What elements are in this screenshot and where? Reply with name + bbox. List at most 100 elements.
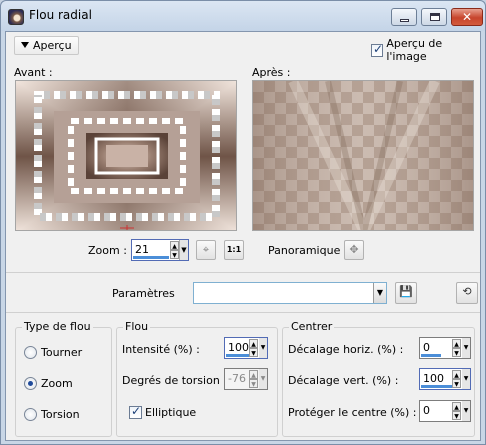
- elliptic-label: Elliptique: [145, 406, 197, 419]
- save-params-button[interactable]: 💾: [395, 282, 417, 304]
- radio-button[interactable]: [24, 346, 37, 359]
- intensity-dropdown-button[interactable]: ▼: [259, 338, 267, 358]
- move-icon: ✥: [349, 243, 359, 256]
- blur-type-option-label: Tourner: [41, 346, 83, 359]
- intensity-value: 100: [228, 341, 249, 354]
- spin-up-icon[interactable]: ▲: [249, 339, 258, 348]
- before-preview-graphic: [16, 81, 236, 230]
- blur-type-option-zoom[interactable]: Zoom: [24, 377, 73, 390]
- v-offset-value: 100: [423, 372, 444, 385]
- v-offset-label: Décalage vert. (%) :: [288, 374, 399, 387]
- divider: [6, 272, 480, 273]
- minimize-button[interactable]: [391, 8, 417, 26]
- minimize-icon: [400, 19, 409, 22]
- protect-center-label: Protéger le centre (%) :: [288, 406, 417, 419]
- reset-icon: ⟲: [462, 285, 472, 298]
- app-icon: [8, 9, 24, 25]
- maximize-icon: [430, 13, 440, 21]
- h-offset-value: 0: [423, 341, 430, 354]
- protect-center-spinner[interactable]: ▲ ▼: [452, 402, 461, 420]
- spin-down-icon[interactable]: ▼: [249, 348, 258, 357]
- blur-type-title: Type de flou: [22, 320, 93, 333]
- spin-down-icon[interactable]: ▼: [452, 411, 461, 420]
- center-title: Centrer: [289, 320, 335, 333]
- crosshair-icon: ⌖: [202, 243, 210, 256]
- blur-type-option-twist[interactable]: Torsion: [24, 408, 80, 421]
- v-offset-input[interactable]: 100 ▲ ▼ ▼: [419, 368, 471, 390]
- h-offset-label: Décalage horiz. (%) :: [288, 343, 404, 356]
- blur-type-group: Type de flou Tourner Zoom Torsion: [15, 320, 112, 437]
- zoom-label: Zoom :: [88, 244, 127, 257]
- title-bar[interactable]: Flou radial ✕: [1, 1, 485, 31]
- zoom-100-button[interactable]: 1:1: [224, 240, 244, 260]
- params-dropdown[interactable]: ▼: [193, 282, 387, 304]
- image-preview-checkbox[interactable]: [371, 42, 383, 57]
- protect-center-value: 0: [423, 404, 430, 417]
- blur-type-option-rotate[interactable]: Tourner: [24, 346, 82, 359]
- twist-spinner: ▲ ▼: [249, 370, 258, 388]
- zoom-100-label: 1:1: [226, 245, 242, 254]
- after-preview-image[interactable]: [252, 80, 474, 231]
- v-offset-slider-bar[interactable]: [421, 385, 455, 388]
- before-label: Avant :: [14, 66, 53, 79]
- twist-label: Degrés de torsion :: [122, 374, 227, 387]
- v-offset-dropdown-button[interactable]: ▼: [462, 369, 470, 389]
- zoom-input[interactable]: 21 ▲ ▼ ▼: [131, 239, 189, 261]
- h-offset-spinner[interactable]: ▲ ▼: [452, 339, 461, 357]
- window-title: Flou radial: [29, 8, 92, 22]
- spin-up-icon[interactable]: ▲: [452, 370, 461, 379]
- twist-value: -76: [228, 372, 246, 385]
- reset-params-button[interactable]: ⟲: [456, 282, 478, 304]
- blur-type-option-label: Torsion: [41, 408, 80, 421]
- h-offset-slider-bar[interactable]: [421, 354, 441, 357]
- close-button[interactable]: ✕: [451, 8, 483, 26]
- intensity-spinner[interactable]: ▲ ▼: [249, 339, 258, 357]
- h-offset-input[interactable]: 0 ▲ ▼ ▼: [419, 337, 471, 359]
- zoom-fit-button[interactable]: ⌖: [196, 240, 216, 260]
- spin-up-icon[interactable]: ▲: [452, 339, 461, 348]
- twist-dropdown-button: ▼: [259, 369, 267, 389]
- radio-button[interactable]: [24, 408, 37, 421]
- h-offset-dropdown-button[interactable]: ▼: [462, 338, 470, 358]
- chevron-down-icon[interactable]: ▼: [373, 283, 386, 303]
- elliptic-checkbox[interactable]: [129, 404, 142, 419]
- image-preview-label: Aperçu de l'image: [386, 37, 443, 63]
- close-icon: ✕: [461, 10, 473, 24]
- triangle-down-icon: [21, 42, 29, 48]
- zoom-slider-bar[interactable]: [133, 256, 169, 259]
- dialog-window: Flou radial ✕ Aperçu Aperçu de l'image A…: [0, 0, 486, 445]
- image-preview-checkbox-row[interactable]: Aperçu de l'image: [371, 37, 480, 63]
- spin-up-icon[interactable]: ▲: [452, 402, 461, 411]
- spin-down-icon[interactable]: ▼: [452, 379, 461, 388]
- spin-down-icon: ▼: [249, 379, 258, 388]
- intensity-input[interactable]: 100 ▲ ▼ ▼: [224, 337, 268, 359]
- pan-label: Panoramique :: [268, 244, 348, 257]
- spin-up-icon[interactable]: ▲: [170, 241, 179, 250]
- zoom-dropdown-button[interactable]: ▼: [179, 240, 188, 260]
- params-label: Paramètres: [112, 287, 175, 300]
- blur-title: Flou: [123, 320, 151, 333]
- after-label: Après :: [252, 66, 291, 79]
- spin-down-icon[interactable]: ▼: [170, 250, 179, 259]
- protect-center-dropdown-button[interactable]: ▼: [462, 401, 470, 421]
- intensity-label: Intensité (%) :: [122, 343, 200, 356]
- protect-center-input[interactable]: 0 ▲ ▼ ▼: [419, 400, 471, 422]
- spin-up-icon: ▲: [249, 370, 258, 379]
- before-preview-image[interactable]: [15, 80, 237, 231]
- preview-toggle-label: Aperçu: [33, 39, 72, 52]
- preview-toggle-button[interactable]: Aperçu: [14, 36, 79, 55]
- divider: [6, 312, 480, 313]
- after-preview-graphic: [253, 81, 473, 230]
- elliptic-checkbox-row[interactable]: Elliptique: [129, 404, 197, 419]
- center-group: Centrer Décalage horiz. (%) : 0 ▲ ▼ ▼ Déc…: [282, 320, 475, 437]
- zoom-spinner[interactable]: ▲ ▼: [170, 241, 179, 259]
- dialog-content: Aperçu Aperçu de l'image Avant : Après :: [5, 31, 481, 441]
- zoom-value: 21: [135, 243, 149, 256]
- blur-group: Flou Intensité (%) : 100 ▲ ▼ ▼ Degrés de …: [116, 320, 278, 437]
- radio-button[interactable]: [24, 377, 37, 390]
- pan-button[interactable]: ✥: [344, 240, 364, 260]
- maximize-button[interactable]: [421, 8, 447, 26]
- floppy-disk-icon: 💾: [399, 285, 413, 298]
- spin-down-icon[interactable]: ▼: [452, 348, 461, 357]
- v-offset-spinner[interactable]: ▲ ▼: [452, 370, 461, 388]
